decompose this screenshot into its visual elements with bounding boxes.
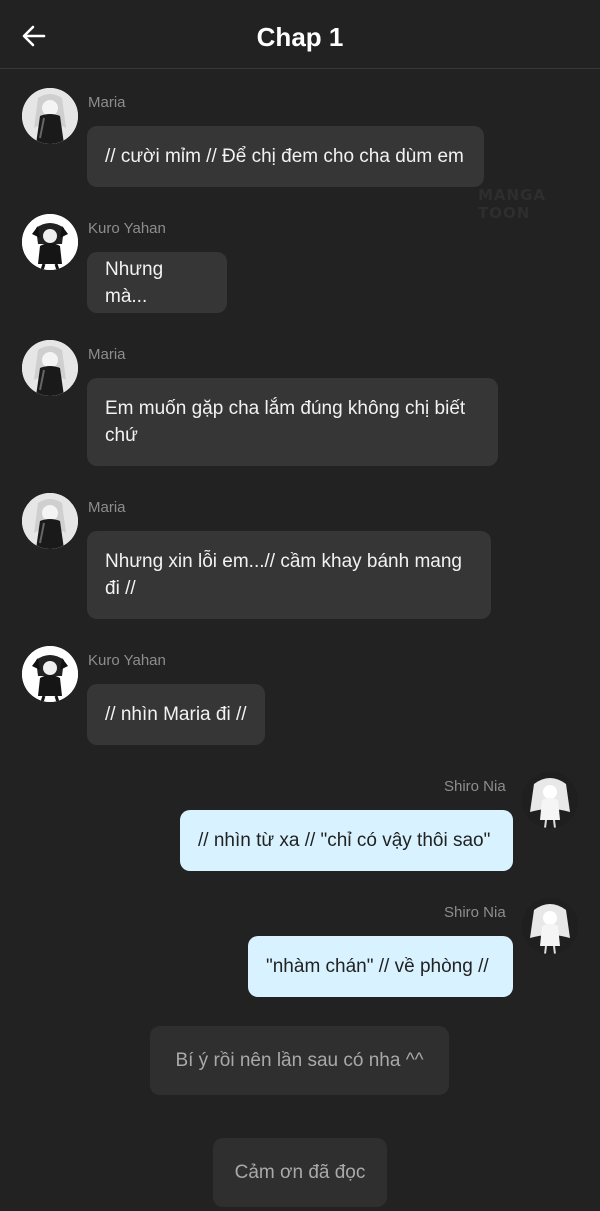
kuro-yahan-avatar[interactable]: [22, 214, 78, 270]
message-bubble: // cười mỉm // Để chị đem cho cha dùm em: [87, 126, 484, 187]
message-bubble: Em muốn gặp cha lắm đúng không chị biết …: [87, 378, 498, 466]
author-note: Cảm ơn đã đọc: [213, 1138, 387, 1207]
sender-name: Maria: [88, 499, 126, 516]
message-bubble: "nhàm chán" // về phòng //: [248, 936, 513, 997]
maria-avatar[interactable]: [22, 493, 78, 549]
page-title: Chap 1: [256, 22, 344, 52]
message-bubble: // nhìn Maria đi //: [87, 684, 265, 745]
watermark: MANGA TOON: [478, 186, 547, 222]
sender-name: Shiro Nia: [444, 778, 506, 795]
message-bubble: Nhưng xin lỗi em...// cầm khay bánh mang…: [87, 531, 491, 619]
shiro-nia-avatar[interactable]: [522, 898, 578, 954]
top-bar: Chap 1: [0, 0, 600, 69]
sender-name: Maria: [88, 346, 126, 363]
maria-avatar[interactable]: [22, 88, 78, 144]
author-note: Bí ý rồi nên lần sau có nha ^^: [150, 1026, 449, 1095]
message-bubble: // nhìn từ xa // "chỉ có vậy thôi sao": [180, 810, 513, 871]
message-bubble: Nhưng mà...: [87, 252, 227, 313]
sender-name: Maria: [88, 94, 126, 111]
sender-name: Shiro Nia: [444, 904, 506, 921]
maria-avatar[interactable]: [22, 340, 78, 396]
sender-name: Kuro Yahan: [88, 652, 166, 669]
kuro-yahan-avatar[interactable]: [22, 646, 78, 702]
sender-name: Kuro Yahan: [88, 220, 166, 237]
shiro-nia-avatar[interactable]: [522, 772, 578, 828]
